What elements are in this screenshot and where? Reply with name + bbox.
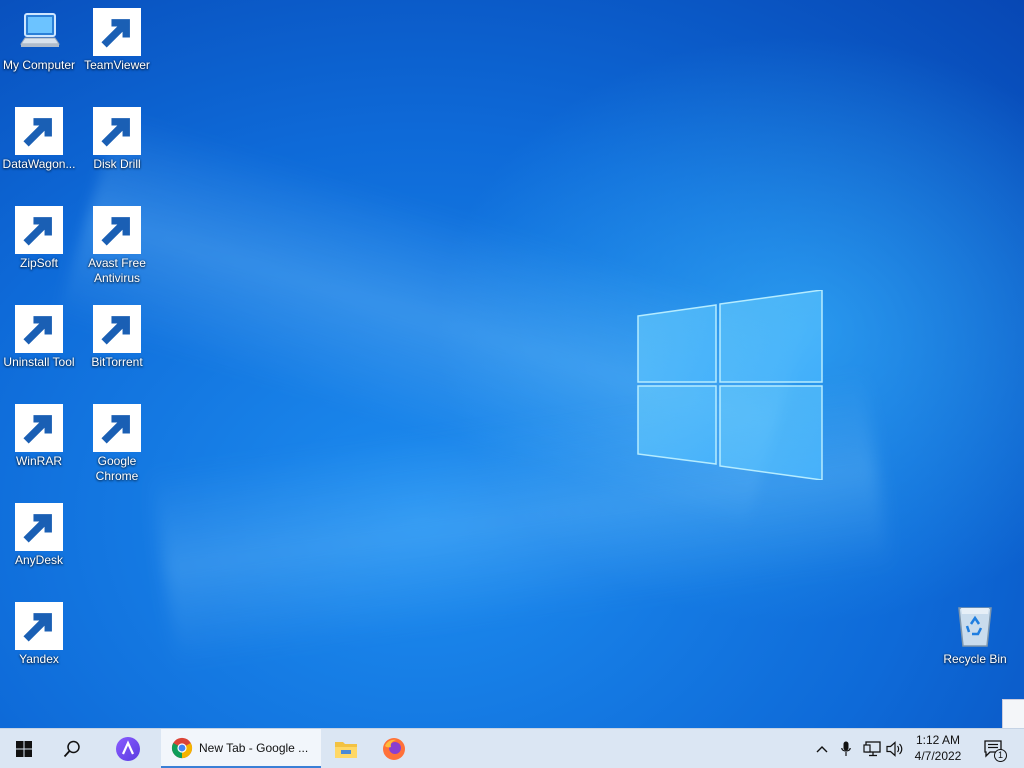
desktop-icon-recycle-bin[interactable]: Recycle Bin: [936, 602, 1014, 667]
desktop-icon-uninstall-tool[interactable]: Uninstall Tool: [0, 305, 78, 370]
desktop-icon-yandex[interactable]: Yandex: [0, 602, 78, 667]
volume-button[interactable]: [884, 729, 906, 768]
chrome-icon: [171, 737, 193, 758]
desktop-icon-datawagon[interactable]: DataWagon...: [0, 107, 78, 172]
start-button[interactable]: [0, 729, 48, 768]
search-icon: [63, 740, 80, 758]
shortcut-arrow-icon: [15, 503, 63, 551]
shortcut-arrow-icon: [93, 107, 141, 155]
desktop-icon-label: Yandex: [19, 652, 59, 666]
desktop-icon-label: Recycle Bin: [943, 652, 1007, 666]
desktop-icon-google-chrome[interactable]: Google Chrome: [78, 404, 156, 484]
desktop-icon-my-computer[interactable]: My Computer: [0, 8, 78, 73]
clock-time: 1:12 AM: [915, 733, 961, 747]
search-button[interactable]: [48, 729, 96, 768]
clock-date: 4/7/2022: [914, 749, 962, 763]
desktop-icon-label: Google Chrome: [95, 454, 139, 483]
desktop-icon-bittorrent[interactable]: BitTorrent: [78, 305, 156, 370]
shortcut-arrow-icon: [93, 404, 141, 452]
desktop-icon-winrar[interactable]: WinRAR: [0, 404, 78, 469]
system-clock[interactable]: 1:12 AM 4/7/2022: [905, 732, 971, 764]
desktop-icon-disk-drill[interactable]: Disk Drill: [78, 107, 156, 172]
desktop-icon-label: ZipSoft: [19, 256, 58, 270]
shortcut-arrow-icon: [15, 602, 63, 650]
desktop-icon-teamviewer[interactable]: TeamViewer: [78, 8, 156, 73]
windows-start-icon: [16, 741, 32, 757]
taskbar: New Tab - Google ... 1:12 AM 4/7/2022 1: [0, 728, 1024, 768]
microphone-button[interactable]: [836, 729, 856, 768]
computer-icon: [20, 13, 60, 47]
notification-count-badge: 1: [994, 749, 1007, 762]
microphone-icon: [841, 741, 851, 756]
desktop-icon-label: Disk Drill: [93, 157, 141, 171]
network-button[interactable]: [860, 729, 884, 768]
desktop-icon-label: My Computer: [2, 58, 76, 72]
desktop-icon-label: BitTorrent: [91, 355, 143, 369]
taskbar-task-chrome[interactable]: New Tab - Google ...: [161, 729, 321, 768]
cortana-button[interactable]: [104, 729, 152, 768]
desktop[interactable]: My Computer TeamViewer DataWagon... Disk…: [0, 0, 1024, 728]
show-hidden-icons-button[interactable]: [812, 729, 832, 768]
shortcut-arrow-icon: [93, 8, 141, 56]
cortana-icon: [116, 737, 140, 761]
desktop-icon-label: TeamViewer: [84, 58, 150, 72]
taskbar-task-label: New Tab - Google ...: [199, 740, 309, 755]
shortcut-arrow-icon: [93, 206, 141, 254]
chevron-up-icon: [816, 746, 828, 753]
taskbar-firefox[interactable]: [370, 729, 418, 768]
network-icon: [863, 741, 881, 757]
folder-icon: [335, 742, 357, 758]
shortcut-arrow-icon: [15, 206, 63, 254]
desktop-icon-zipsoft[interactable]: ZipSoft: [0, 206, 78, 271]
shortcut-arrow-icon: [93, 305, 141, 353]
recycle-bin-icon: [958, 607, 992, 647]
hidden-window-edge[interactable]: [1002, 699, 1024, 729]
taskbar-file-explorer[interactable]: [322, 729, 370, 768]
shortcut-arrow-icon: [15, 107, 63, 155]
windows-logo-wallpaper: [637, 290, 823, 480]
firefox-icon: [383, 738, 405, 760]
shortcut-arrow-icon: [15, 404, 63, 452]
desktop-icon-label: DataWagon...: [2, 157, 76, 171]
desktop-icon-label: Avast Free Antivirus: [88, 256, 146, 285]
desktop-icon-label: WinRAR: [15, 454, 62, 468]
desktop-icon-avast[interactable]: Avast Free Antivirus: [78, 206, 156, 286]
desktop-icon-label: AnyDesk: [14, 553, 64, 567]
shortcut-arrow-icon: [15, 305, 63, 353]
desktop-icon-anydesk[interactable]: AnyDesk: [0, 503, 78, 568]
action-center-button[interactable]: 1: [978, 729, 1010, 768]
desktop-icon-label: Uninstall Tool: [3, 355, 75, 369]
speaker-icon: [886, 741, 903, 757]
